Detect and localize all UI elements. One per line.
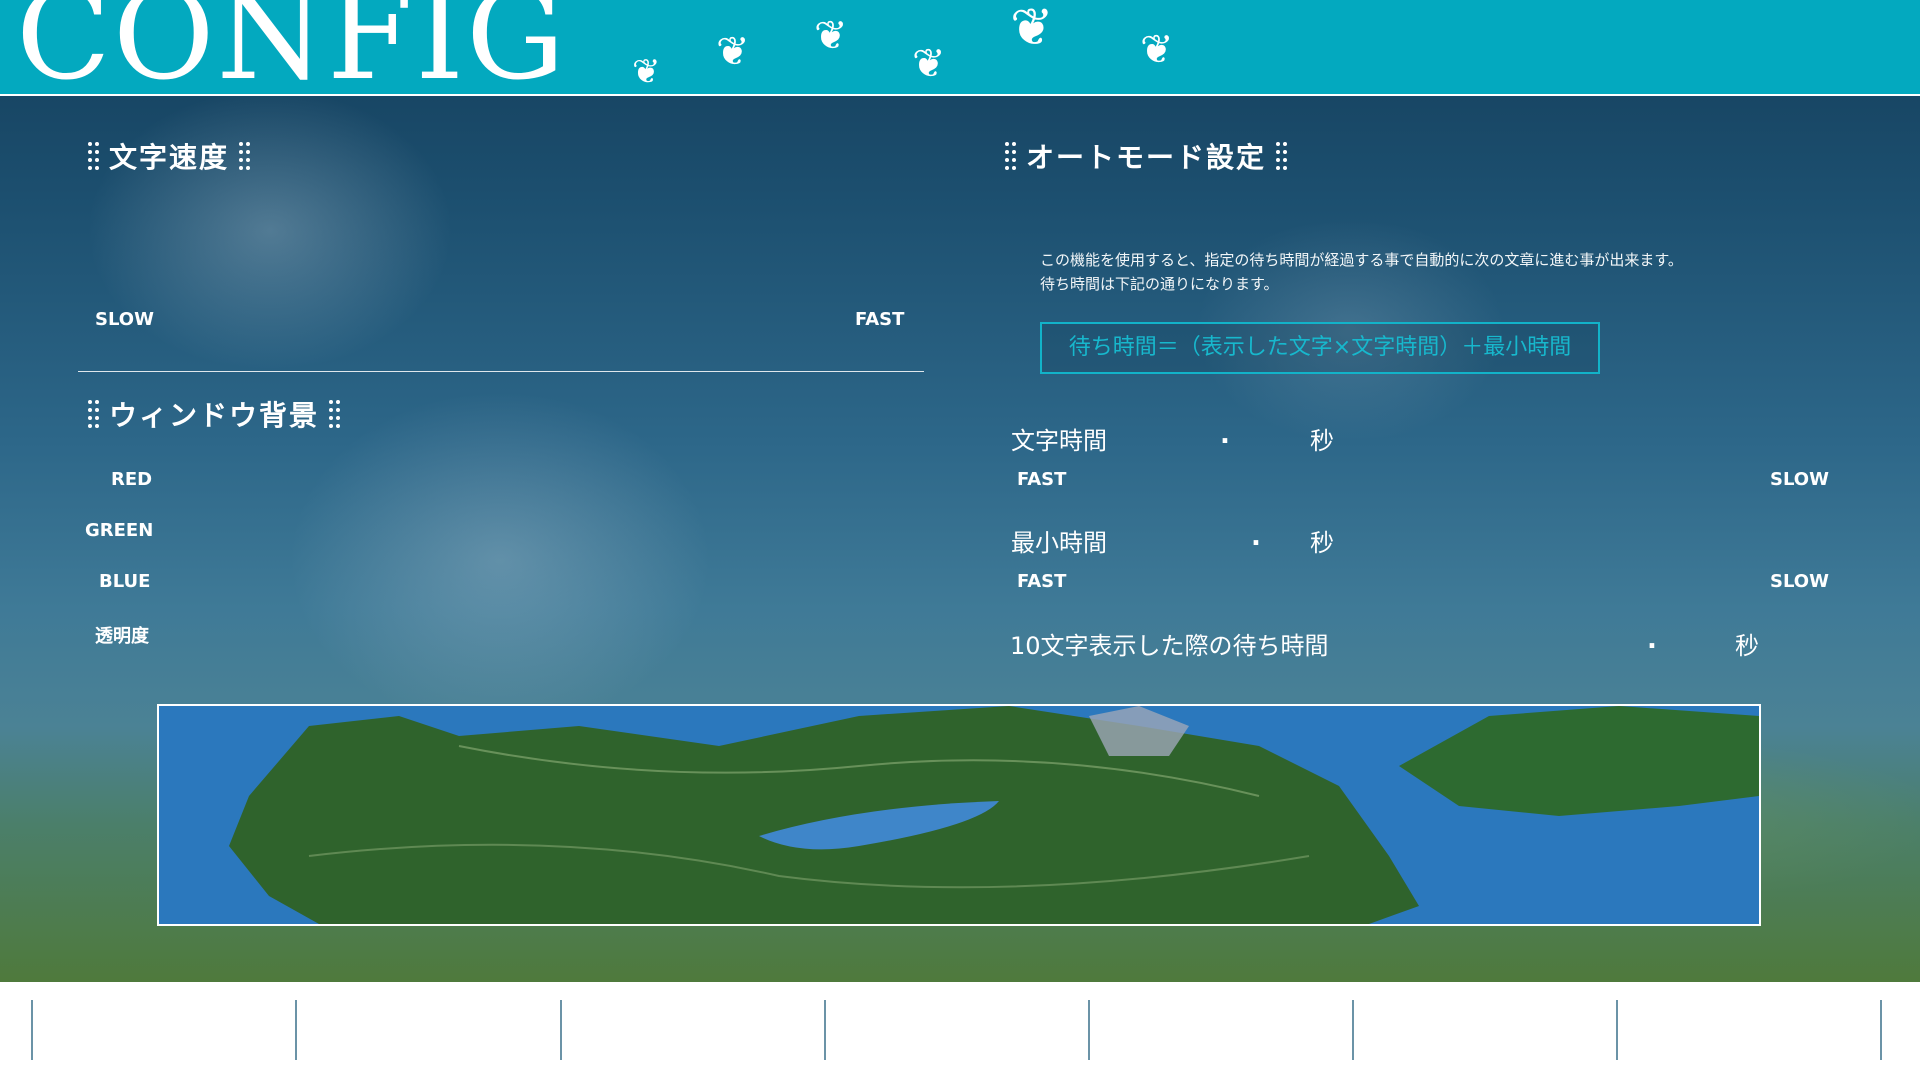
butterfly-icon: ❦ xyxy=(632,52,661,92)
description-line: 待ち時間は下記の通りになります。 xyxy=(1040,275,1279,293)
dots-icon xyxy=(239,142,251,170)
char-time-fast-label: FAST xyxy=(1017,469,1067,490)
ten-char-unit: 秒 xyxy=(1735,632,1759,660)
section-title-label: オートモード設定 xyxy=(1026,141,1267,174)
char-time-unit: 秒 xyxy=(1310,427,1334,455)
butterfly-icon: ❦ xyxy=(912,41,946,87)
ten-char-wait-label: 10文字表示した際の待ち時間 xyxy=(1010,632,1329,660)
description-line: この機能を使用すると、指定の待ち時間が経過する事で自動的に次の文章に進む事が出来… xyxy=(1040,251,1683,269)
footer-slot-divider xyxy=(1088,1000,1090,1060)
wait-time-formula: 待ち時間＝（表示した文字×文字時間）＋最小時間 xyxy=(1040,322,1600,374)
footer-slot-divider xyxy=(560,1000,562,1060)
section-title-label: 文字速度 xyxy=(109,141,230,174)
window-blue-label: BLUE xyxy=(99,571,151,592)
footer-slot-divider xyxy=(1880,1000,1882,1060)
footer-slot-divider xyxy=(295,1000,297,1060)
dots-icon xyxy=(1005,142,1016,170)
section-divider xyxy=(78,371,924,372)
dots-icon xyxy=(1276,142,1288,170)
ten-char-decimal: . xyxy=(1647,625,1657,655)
butterfly-icon: ❦ xyxy=(1010,0,1054,58)
butterfly-icon: ❦ xyxy=(1140,27,1174,73)
dots-icon xyxy=(88,400,99,428)
min-time-fast-label: FAST xyxy=(1017,571,1067,592)
footer-slot-divider xyxy=(31,1000,33,1060)
butterfly-icon: ❦ xyxy=(716,29,750,75)
footer-slot-divider xyxy=(1352,1000,1354,1060)
window-green-label: GREEN xyxy=(85,520,154,541)
map-illustration xyxy=(159,706,1759,924)
dots-icon xyxy=(329,400,341,428)
char-time-label: 文字時間 xyxy=(1011,427,1107,455)
min-time-decimal: . xyxy=(1251,522,1261,552)
dots-icon xyxy=(88,142,99,170)
min-time-slow-label: SLOW xyxy=(1770,571,1829,592)
window-opacity-label: 透明度 xyxy=(95,626,149,647)
window-red-label: RED xyxy=(111,469,153,490)
footer-slot-divider xyxy=(824,1000,826,1060)
header-bar: CONFIG ❦ ❦ ❦ ❦ ❦ ❦ xyxy=(0,0,1920,96)
auto-mode-description: この機能を使用すると、指定の待ち時間が経過する事で自動的に次の文章に進む事が出来… xyxy=(1040,248,1683,296)
footer-slot-divider xyxy=(1616,1000,1618,1060)
butterfly-icon: ❦ xyxy=(814,13,848,59)
text-speed-slow-label: SLOW xyxy=(95,309,154,330)
min-time-unit: 秒 xyxy=(1310,529,1334,557)
char-time-slow-label: SLOW xyxy=(1770,469,1829,490)
char-time-decimal: . xyxy=(1220,420,1230,450)
footer-bar xyxy=(0,982,1920,1080)
map-preview-image xyxy=(157,704,1761,926)
section-title-auto-mode: オートモード設定 xyxy=(995,136,1297,176)
section-title-label: ウィンドウ背景 xyxy=(109,399,320,432)
min-time-label: 最小時間 xyxy=(1011,529,1107,557)
section-title-text-speed: 文字速度 xyxy=(78,136,260,176)
page-title: CONFIG xyxy=(16,0,568,96)
text-speed-fast-label: FAST xyxy=(855,309,905,330)
section-title-window-bg: ウィンドウ背景 xyxy=(78,394,350,434)
